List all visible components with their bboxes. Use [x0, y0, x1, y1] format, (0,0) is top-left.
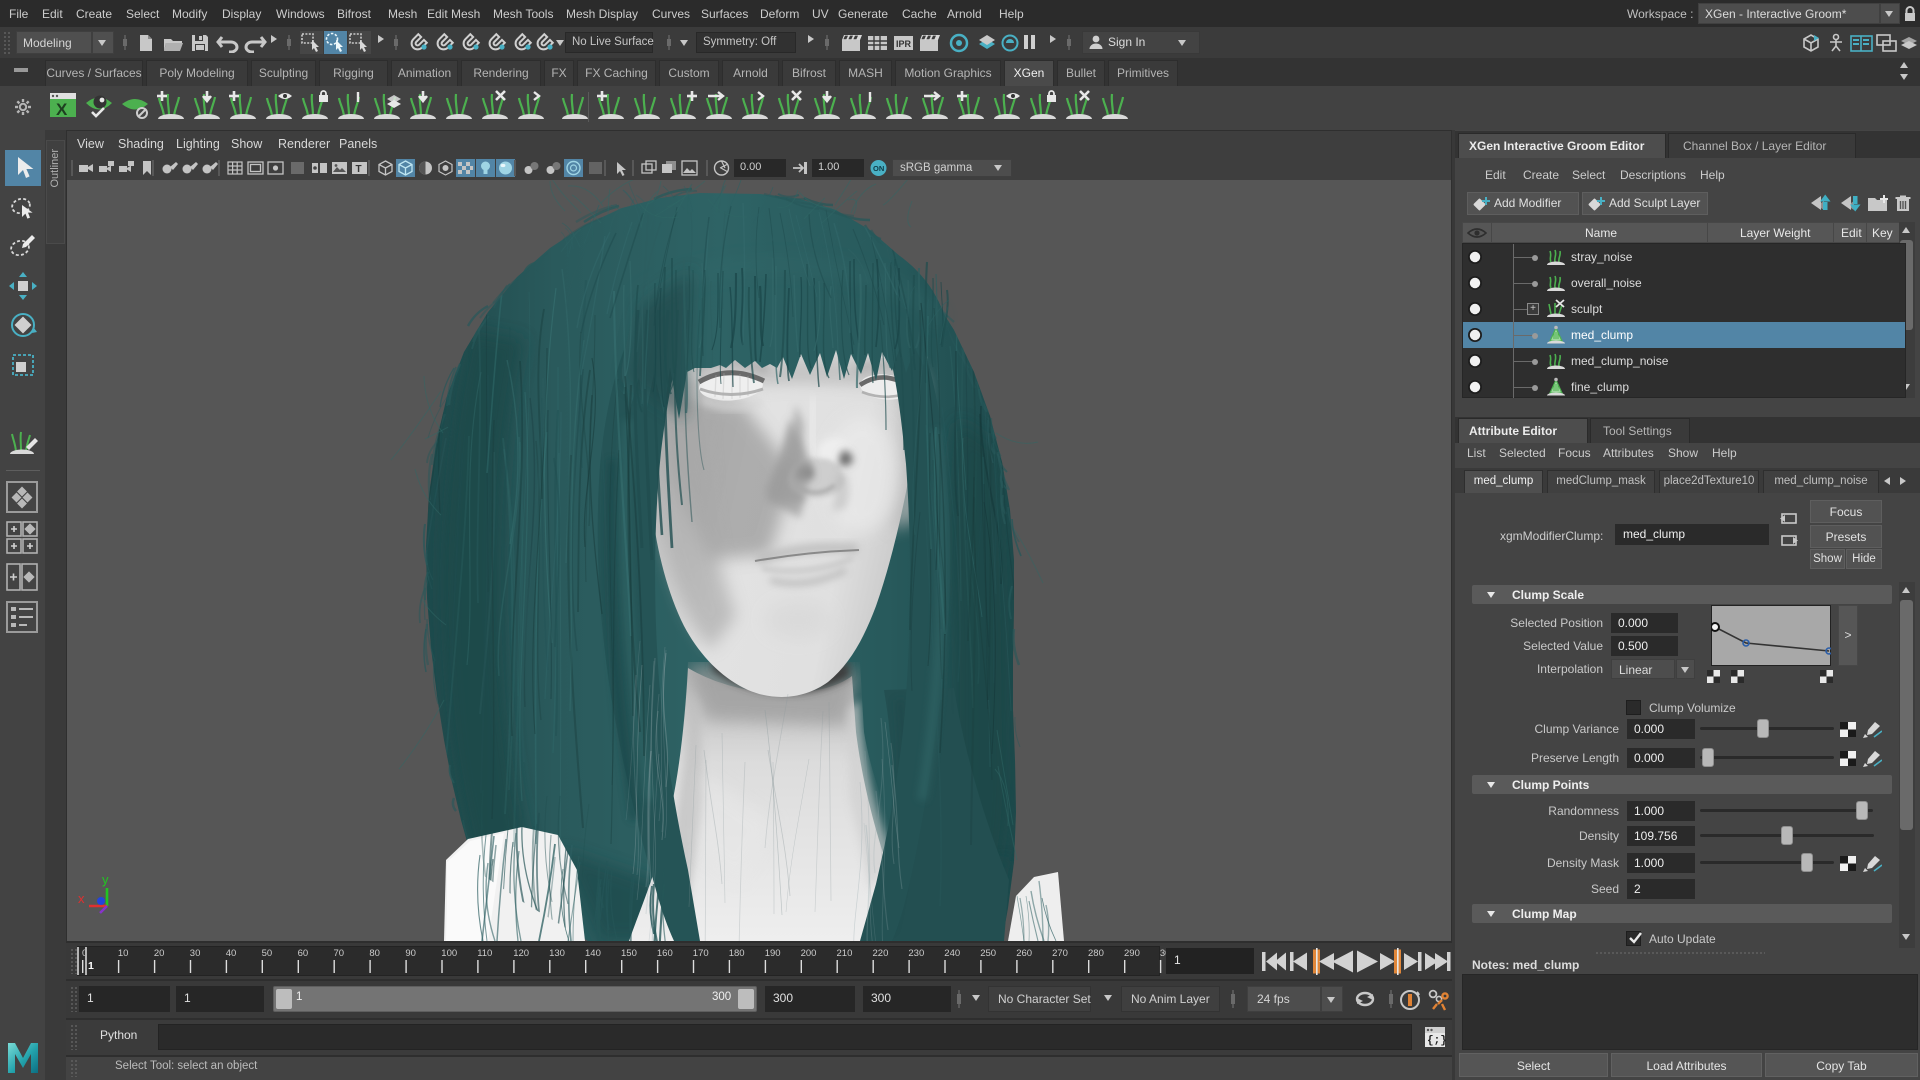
svg-text:220: 220: [873, 948, 889, 959]
svg-text:X: X: [56, 100, 68, 119]
svg-text:140: 140: [585, 948, 601, 959]
svg-text:ON: ON: [873, 164, 884, 173]
svg-text:250: 250: [980, 948, 996, 959]
svg-text:180: 180: [729, 948, 745, 959]
svg-text:{;}: {;}: [1427, 1035, 1446, 1047]
svg-text:90: 90: [405, 948, 416, 959]
svg-text:20: 20: [154, 948, 165, 959]
svg-text:30: 30: [190, 948, 201, 959]
svg-text:200: 200: [801, 948, 817, 959]
svg-text:170: 170: [693, 948, 709, 959]
svg-text:IPR: IPR: [896, 39, 912, 49]
svg-text:70: 70: [334, 948, 345, 959]
svg-text:60: 60: [298, 948, 309, 959]
svg-text:50: 50: [262, 948, 273, 959]
svg-text:240: 240: [944, 948, 960, 959]
svg-text:110: 110: [477, 948, 492, 959]
svg-text:40: 40: [226, 948, 237, 959]
svg-text:230: 230: [908, 948, 924, 959]
svg-text:130: 130: [549, 948, 565, 959]
svg-text:160: 160: [657, 948, 673, 959]
svg-text:270: 270: [1052, 948, 1068, 959]
svg-text:280: 280: [1088, 948, 1104, 959]
svg-text:10: 10: [118, 948, 129, 959]
svg-text:290: 290: [1124, 948, 1140, 959]
svg-text:120: 120: [513, 948, 529, 959]
svg-text:80: 80: [369, 948, 380, 959]
svg-text:210: 210: [837, 948, 853, 959]
svg-text:150: 150: [621, 948, 637, 959]
svg-text:T: T: [356, 164, 362, 175]
svg-text:190: 190: [765, 948, 781, 959]
svg-text:100: 100: [441, 948, 457, 959]
svg-text:y: y: [102, 872, 109, 887]
svg-text:260: 260: [1016, 948, 1032, 959]
svg-text:x: x: [78, 891, 85, 906]
